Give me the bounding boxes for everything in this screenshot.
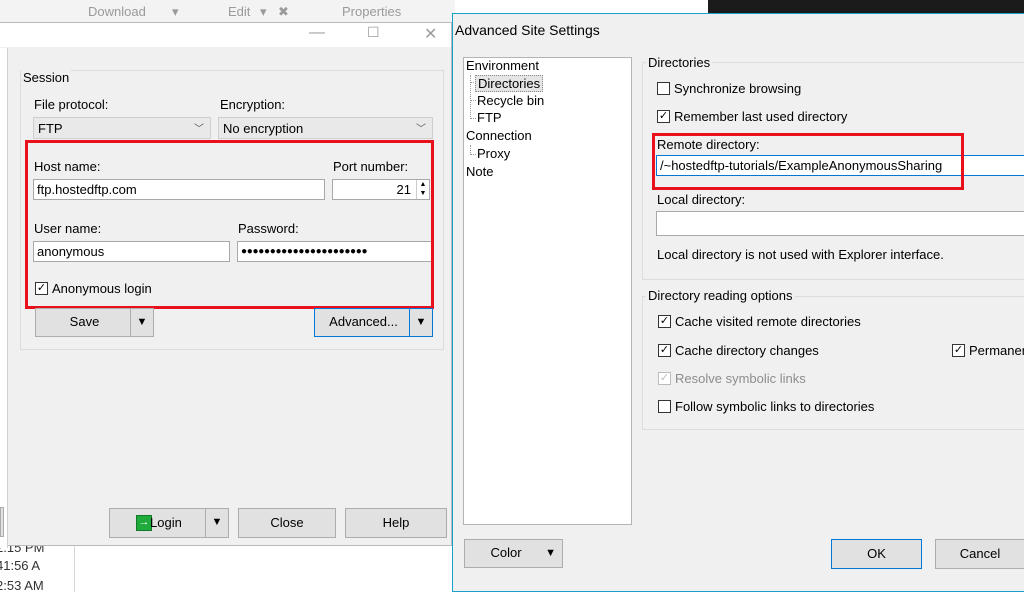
encryption-value: No encryption <box>223 121 304 136</box>
close-icon[interactable]: ✕ <box>424 24 437 44</box>
background-toolbar: Download ▾ Edit ▾ ✖ Properties <box>0 0 455 22</box>
tree-line <box>470 100 476 101</box>
download-button[interactable]: Download <box>88 4 146 19</box>
highlight-box <box>25 140 434 309</box>
chevron-down-icon: ▾ <box>260 4 267 19</box>
edit-button[interactable]: Edit <box>228 4 250 19</box>
local-directory-note: Local directory is not used with Explore… <box>657 247 944 262</box>
cancel-button[interactable]: Cancel <box>935 539 1024 569</box>
remember-last-directory-checkbox[interactable]: ✓ <box>657 110 670 123</box>
advanced-site-settings-dialog: Advanced Site Settings Environment Direc… <box>452 13 1024 592</box>
tree-item-directories[interactable]: Directories <box>475 75 544 92</box>
tree-item-recycle-bin[interactable]: Recycle bin <box>477 93 544 108</box>
file-list-panel: 2:15 PM 41:56 A 2:53 AM <box>0 540 75 593</box>
follow-links-checkbox[interactable] <box>658 400 671 413</box>
chevron-down-icon: ▼ <box>545 547 556 559</box>
checkmark-icon: ✓ <box>659 372 670 384</box>
tree-item-environment[interactable]: Environment <box>466 58 539 73</box>
chevron-down-icon: ﹀ <box>194 124 204 135</box>
file-protocol-value: FTP <box>38 121 63 136</box>
cache-visited-label: Cache visited remote directories <box>675 314 861 329</box>
session-label: Session <box>21 70 72 85</box>
chevron-down-icon: ﹀ <box>416 124 426 135</box>
settings-tree[interactable]: Environment Directories Recycle bin FTP … <box>463 57 632 525</box>
color-button[interactable]: Color ▼ <box>464 539 563 568</box>
tree-line <box>470 154 476 155</box>
encryption-select[interactable]: No encryption ﹀ <box>218 117 433 139</box>
dialog-title: Advanced Site Settings <box>455 22 600 38</box>
close-button[interactable]: Close <box>238 508 336 538</box>
maximize-icon[interactable]: ☐ <box>367 24 380 41</box>
login-dialog: — ☐ ✕ Session File protocol: FTP ﹀ Encry… <box>0 22 452 548</box>
tree-item-proxy[interactable]: Proxy <box>477 146 510 161</box>
file-protocol-select[interactable]: FTP ﹀ <box>33 117 211 139</box>
reading-options-label: Directory reading options <box>646 288 795 303</box>
resolve-links-checkbox: ✓ <box>658 372 671 385</box>
synchronize-browsing-checkbox[interactable] <box>657 82 670 95</box>
checkmark-icon: ✓ <box>658 110 669 122</box>
file-protocol-label: File protocol: <box>34 97 109 112</box>
advanced-button[interactable]: Advanced... ▼ <box>314 308 433 337</box>
cache-changes-checkbox[interactable]: ✓ <box>658 344 671 357</box>
local-directory-label: Local directory: <box>657 192 746 207</box>
synchronize-browsing-label: Synchronize browsing <box>674 81 802 96</box>
chevron-down-icon: ▾ <box>172 4 179 19</box>
local-directory-input[interactable] <box>656 211 1024 236</box>
login-label: Login <box>150 515 182 530</box>
tree-line <box>470 118 476 119</box>
advanced-label: Advanced... <box>329 314 398 329</box>
save-label: Save <box>69 314 100 329</box>
highlight-box <box>652 133 964 190</box>
chevron-down-icon[interactable]: ▼ <box>130 309 153 336</box>
color-label: Color <box>490 545 522 560</box>
help-button[interactable]: Help <box>345 508 447 538</box>
login-button[interactable]: → Login ▼ <box>109 508 229 538</box>
encryption-label: Encryption: <box>220 97 286 112</box>
tree-item-connection[interactable]: Connection <box>466 128 532 143</box>
directories-group-label: Directories <box>646 55 713 70</box>
tools-button-edge[interactable] <box>0 507 4 537</box>
checkmark-icon: ✓ <box>659 315 670 327</box>
follow-links-label: Follow symbolic links to directories <box>675 399 875 414</box>
login-titlebar: — ☐ ✕ <box>0 23 451 47</box>
resolve-links-label: Resolve symbolic links <box>675 371 806 386</box>
tree-item-ftp[interactable]: FTP <box>477 110 502 125</box>
desktop-background <box>708 0 1024 14</box>
tree-item-note[interactable]: Note <box>466 164 493 179</box>
list-item-time: 2:53 AM <box>0 578 44 593</box>
checkmark-icon: ✓ <box>659 344 670 356</box>
delete-icon[interactable]: ✖ <box>278 4 289 20</box>
remember-last-directory-label: Remember last used directory <box>674 109 848 124</box>
site-list-edge <box>0 48 8 548</box>
permanent-cache-checkbox[interactable]: ✓ <box>952 344 965 357</box>
minimize-icon[interactable]: — <box>309 24 325 42</box>
ok-button[interactable]: OK <box>831 539 922 569</box>
cache-visited-checkbox[interactable]: ✓ <box>658 315 671 328</box>
chevron-down-icon[interactable]: ▼ <box>205 509 228 537</box>
properties-button[interactable]: Properties <box>342 4 401 19</box>
chevron-down-icon[interactable]: ▼ <box>409 309 432 336</box>
permanent-cache-label: Permanen <box>969 343 1024 358</box>
cache-changes-label: Cache directory changes <box>675 343 819 358</box>
checkmark-icon: ✓ <box>953 344 964 356</box>
list-item-time: 41:56 A <box>0 558 41 573</box>
save-button[interactable]: Save ▼ <box>35 308 154 337</box>
